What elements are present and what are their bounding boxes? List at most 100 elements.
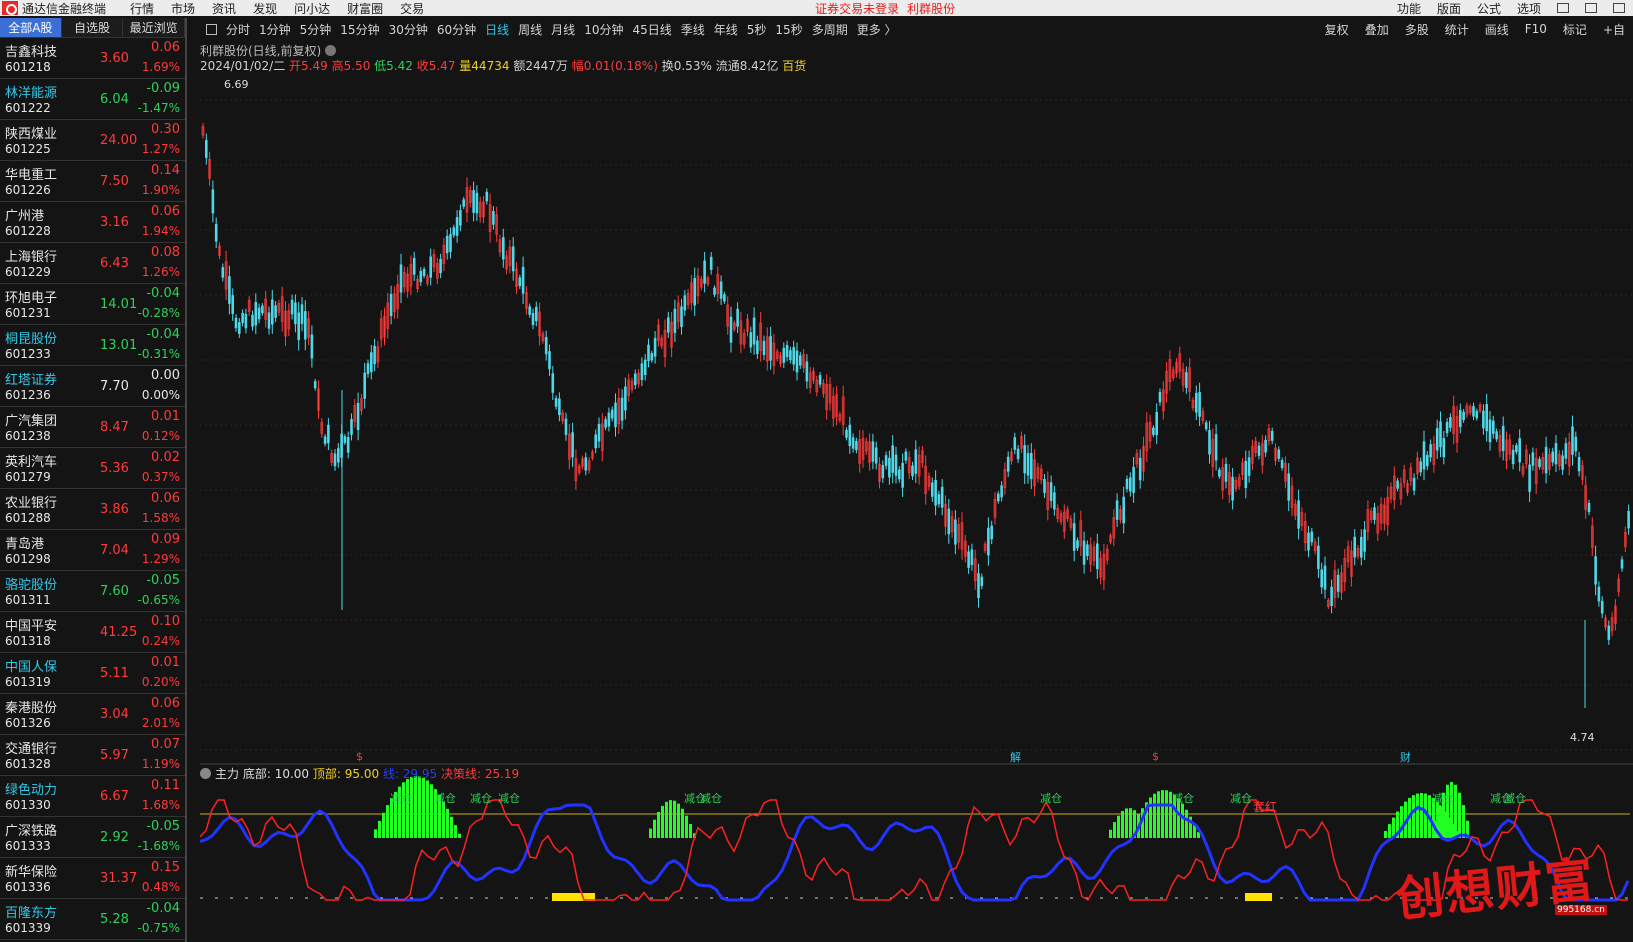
period-16[interactable]: 更多 〉 bbox=[857, 21, 897, 38]
menu-function[interactable]: 功能 bbox=[1397, 0, 1421, 17]
candle-body bbox=[1208, 430, 1211, 455]
stock-row[interactable]: 广州港 601228 3.16 0.06 1.94% bbox=[0, 202, 185, 243]
period-4[interactable]: 30分钟 bbox=[389, 21, 428, 38]
tab-all-a-shares[interactable]: 全部A股 bbox=[0, 18, 62, 37]
candle-body bbox=[1049, 482, 1053, 501]
period-6[interactable]: 日线 bbox=[485, 21, 509, 38]
period-12[interactable]: 年线 bbox=[714, 21, 738, 38]
period-10[interactable]: 45日线 bbox=[632, 21, 671, 38]
indicator-bar bbox=[649, 828, 652, 838]
stock-row[interactable]: 陕西煤业 601225 24.00 0.30 1.27% bbox=[0, 120, 185, 161]
indicator-menu-icon[interactable] bbox=[200, 768, 211, 779]
event-marker-unlock[interactable]: 解 bbox=[1010, 749, 1021, 765]
menu-discover[interactable]: 发现 bbox=[251, 0, 279, 17]
stock-row[interactable]: 农业银行 601288 3.86 0.06 1.58% bbox=[0, 489, 185, 530]
indicator-name[interactable]: 主力 bbox=[215, 767, 239, 781]
event-marker-report[interactable]: 财 bbox=[1400, 749, 1411, 765]
stock-row[interactable]: 交通银行 601328 5.97 0.07 1.19% bbox=[0, 735, 185, 776]
mail-icon[interactable] bbox=[1613, 3, 1625, 13]
indicator-line: 线: 29.95 bbox=[382, 767, 438, 781]
period-1[interactable]: 1分钟 bbox=[259, 21, 291, 38]
phone-icon[interactable] bbox=[1585, 3, 1597, 13]
indicator-bar bbox=[1181, 803, 1184, 838]
menu-trade[interactable]: 交易 bbox=[398, 0, 426, 17]
tool-f10[interactable]: F10 bbox=[1525, 22, 1547, 36]
period-5[interactable]: 60分钟 bbox=[437, 21, 476, 38]
event-marker-dividend[interactable]: $ bbox=[356, 750, 363, 763]
stock-row[interactable]: 红塔证券 601236 7.70 0.00 0.00% bbox=[0, 366, 185, 407]
login-alert[interactable]: 证券交易未登录 bbox=[815, 0, 899, 17]
stock-row[interactable]: 广汽集团 601238 8.47 0.01 0.12% bbox=[0, 407, 185, 448]
stock-price: 13.01 bbox=[100, 338, 138, 353]
stock-row[interactable]: 中国人保 601319 5.11 0.01 0.20% bbox=[0, 653, 185, 694]
stock-row[interactable]: 青岛港 601298 7.04 0.09 1.29% bbox=[0, 530, 185, 571]
tool-adjust[interactable]: 复权 bbox=[1325, 21, 1349, 38]
menu-markets[interactable]: 市场 bbox=[169, 0, 197, 17]
tool-draw[interactable]: 画线 bbox=[1485, 21, 1509, 38]
candle-body bbox=[607, 412, 611, 427]
period-14[interactable]: 15秒 bbox=[775, 21, 802, 38]
stock-code: 601333 bbox=[5, 839, 51, 853]
period-9[interactable]: 10分钟 bbox=[584, 21, 623, 38]
stock-row[interactable]: 桐昆股份 601233 13.01 -0.04 -0.31% bbox=[0, 325, 185, 366]
candle-body bbox=[1607, 625, 1611, 640]
period-2[interactable]: 5分钟 bbox=[300, 21, 332, 38]
quote-sector[interactable]: 百货 bbox=[782, 59, 806, 73]
candle-body bbox=[459, 210, 462, 226]
menu-market[interactable]: 行情 bbox=[128, 0, 156, 17]
chart-menu-icon[interactable] bbox=[325, 45, 337, 56]
menu-news[interactable]: 资讯 bbox=[210, 0, 238, 17]
candle-body bbox=[267, 312, 271, 329]
tool-add[interactable]: +自 bbox=[1603, 21, 1625, 38]
sidebar-toggle-icon[interactable] bbox=[206, 23, 217, 35]
tool-mark[interactable]: 标记 bbox=[1563, 21, 1587, 38]
tool-overlay[interactable]: 叠加 bbox=[1365, 21, 1389, 38]
menu-ask[interactable]: 问小达 bbox=[292, 0, 332, 17]
period-3[interactable]: 15分钟 bbox=[340, 21, 379, 38]
stock-row[interactable]: 秦港股份 601326 3.04 0.06 2.01% bbox=[0, 694, 185, 735]
tab-watchlist[interactable]: 自选股 bbox=[61, 18, 124, 37]
stock-name: 红塔证券 bbox=[5, 373, 58, 388]
refresh-icon[interactable] bbox=[1557, 3, 1569, 13]
stock-row[interactable]: 骆驼股份 601311 7.60 -0.05 -0.65% bbox=[0, 571, 185, 612]
tool-multi-stock[interactable]: 多股 bbox=[1405, 21, 1429, 38]
stock-row[interactable]: 环旭电子 601231 14.01 -0.04 -0.28% bbox=[0, 284, 185, 325]
menu-layout[interactable]: 版面 bbox=[1437, 0, 1461, 17]
menu-options[interactable]: 选项 bbox=[1517, 0, 1541, 17]
stock-percent: -1.68% bbox=[137, 839, 180, 853]
candle-body bbox=[1185, 372, 1188, 388]
candle-body bbox=[1594, 556, 1597, 585]
period-11[interactable]: 季线 bbox=[681, 21, 705, 38]
stock-row[interactable]: 吉鑫科技 601218 3.60 0.06 1.69% bbox=[0, 38, 185, 79]
stock-row[interactable]: 中国平安 601318 41.25 0.10 0.24% bbox=[0, 612, 185, 653]
candle-body bbox=[1627, 511, 1630, 529]
tab-recent[interactable]: 最近浏览 bbox=[123, 18, 186, 37]
period-0[interactable]: 分时 bbox=[226, 21, 250, 38]
chart-area[interactable] bbox=[200, 40, 1633, 942]
stock-row[interactable]: 林洋能源 601222 6.04 -0.09 -1.47% bbox=[0, 79, 185, 120]
stock-row[interactable]: 上海银行 601229 6.43 0.08 1.26% bbox=[0, 243, 185, 284]
stock-row[interactable]: 绿色动力 601330 6.67 0.11 1.68% bbox=[0, 776, 185, 817]
stock-row[interactable]: 华电重工 601226 7.50 0.14 1.90% bbox=[0, 161, 185, 202]
stock-row[interactable]: 新华保险 601336 31.37 0.15 0.48% bbox=[0, 858, 185, 899]
stock-row[interactable]: 广深铁路 601333 2.92 -0.05 -1.68% bbox=[0, 817, 185, 858]
event-marker-dividend-2[interactable]: $ bbox=[1152, 750, 1159, 763]
menu-formula[interactable]: 公式 bbox=[1477, 0, 1501, 17]
period-8[interactable]: 月线 bbox=[551, 21, 575, 38]
stock-row[interactable]: 百隆东方 601339 5.28 -0.04 -0.75% bbox=[0, 899, 185, 940]
period-7[interactable]: 周线 bbox=[518, 21, 542, 38]
stock-row[interactable]: 英利汽车 601279 5.36 0.02 0.37% bbox=[0, 448, 185, 489]
tool-stats[interactable]: 统计 bbox=[1445, 21, 1469, 38]
period-15[interactable]: 多周期 bbox=[812, 21, 848, 38]
menu-wealth[interactable]: 财富圈 bbox=[345, 0, 385, 17]
period-13[interactable]: 5秒 bbox=[747, 21, 767, 38]
indicator-bar bbox=[1157, 791, 1160, 838]
stock-change: -0.04 bbox=[146, 327, 180, 342]
kline-chart[interactable] bbox=[200, 40, 1633, 942]
candle-body bbox=[412, 257, 416, 275]
candle-body bbox=[531, 312, 535, 325]
stock-name: 广汽集团 bbox=[5, 414, 58, 429]
candle-body bbox=[1043, 479, 1046, 493]
stock-percent: 1.19% bbox=[141, 757, 180, 771]
candle-body bbox=[521, 266, 525, 294]
